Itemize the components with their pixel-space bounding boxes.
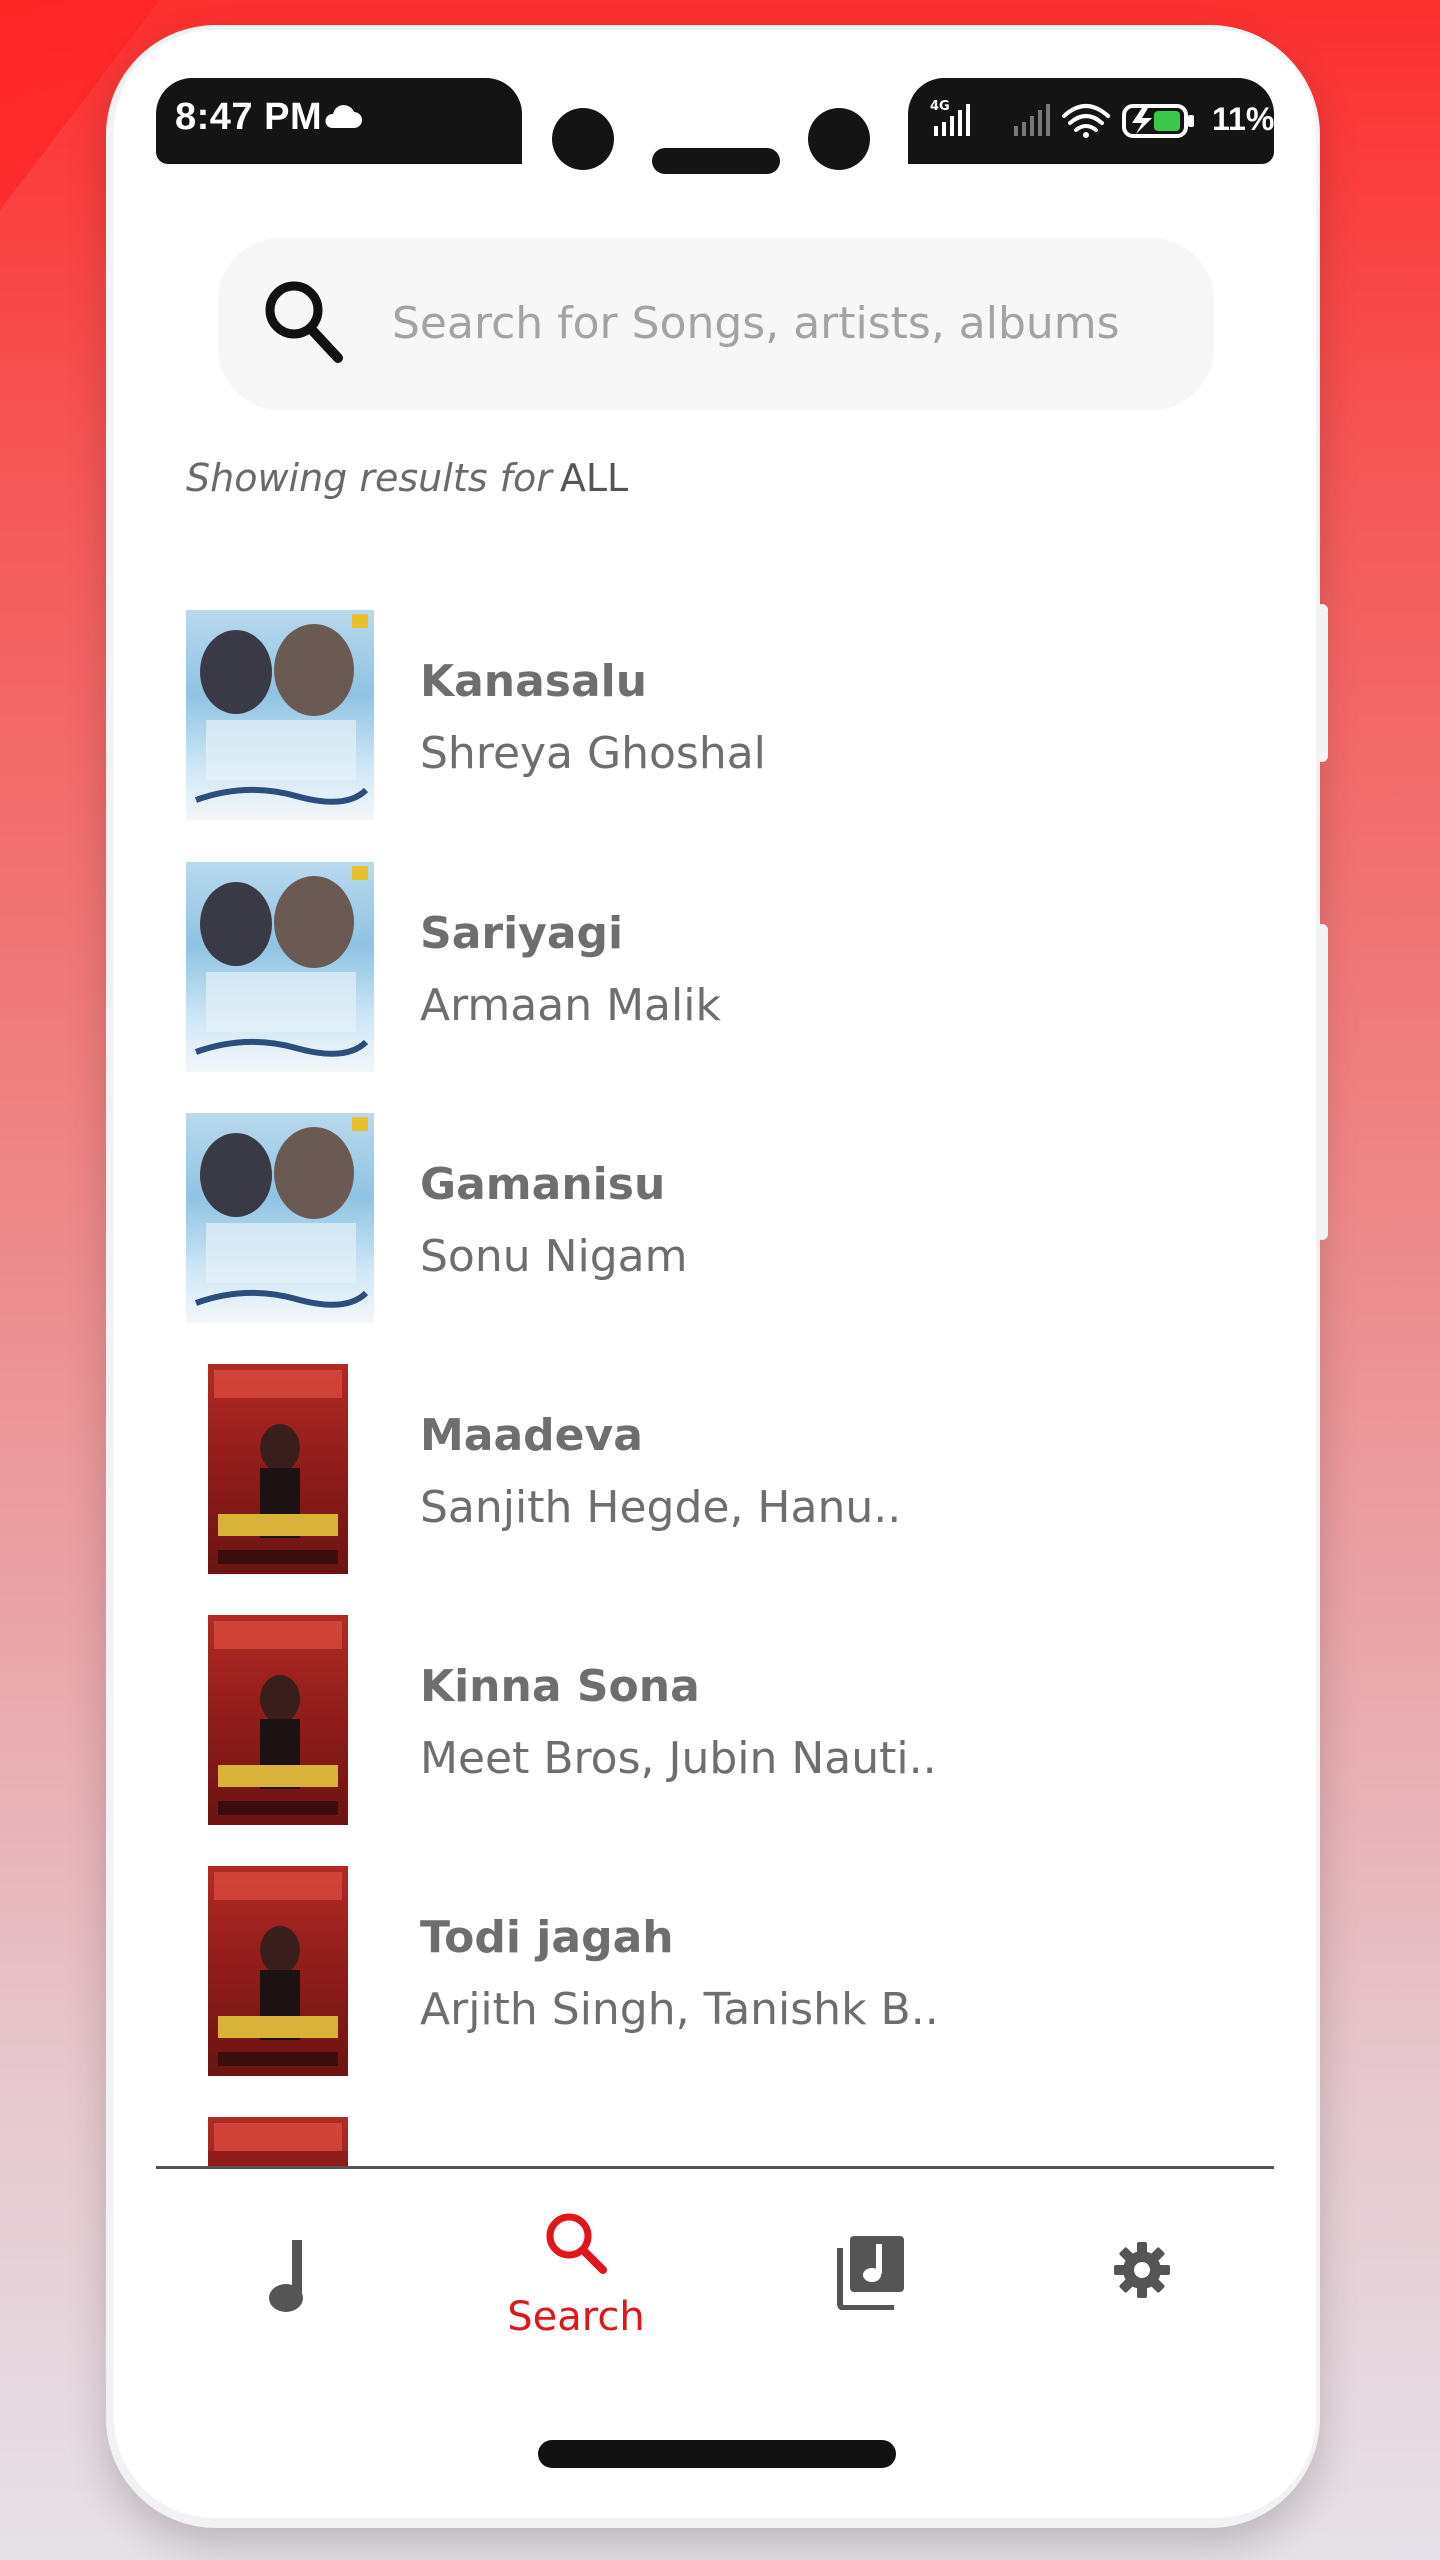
music-note-icon bbox=[269, 2240, 303, 2312]
library-icon bbox=[837, 2236, 904, 2310]
album-art bbox=[208, 1866, 348, 2076]
search-icon bbox=[546, 2213, 607, 2274]
song-title: Sariyagi bbox=[420, 908, 624, 959]
song-row[interactable]: Sariyagi Armaan Malik bbox=[186, 862, 1286, 1072]
song-row[interactable]: Gamanisu Sonu Nigam bbox=[186, 1113, 1286, 1323]
home-indicator[interactable] bbox=[538, 2440, 896, 2468]
song-row[interactable]: Todi jagah Arjith Singh, Tanishk B.. bbox=[186, 1866, 1286, 2076]
album-art bbox=[208, 1364, 348, 1574]
gear-icon bbox=[1114, 2242, 1170, 2298]
album-art bbox=[186, 610, 374, 820]
bottom-nav-divider bbox=[156, 2166, 1274, 2169]
song-row[interactable]: Maadeva Sanjith Hegde, Hanu.. bbox=[186, 1364, 1286, 1574]
song-row[interactable]: Kinna Sona Meet Bros, Jubin Nauti.. bbox=[186, 1615, 1286, 1825]
album-art bbox=[208, 2117, 348, 2166]
song-artist: Sonu Nigam bbox=[420, 1231, 688, 1282]
song-artist: Sanjith Hegde, Hanu.. bbox=[420, 1482, 902, 1533]
song-title: Maadeva bbox=[420, 1410, 643, 1461]
song-row-partial[interactable] bbox=[186, 2117, 1286, 2166]
nav-settings[interactable] bbox=[1032, 2200, 1252, 2350]
album-art bbox=[186, 862, 374, 1072]
song-artist: Armaan Malik bbox=[420, 980, 721, 1031]
album-art bbox=[208, 1615, 348, 1825]
song-title: Gamanisu bbox=[420, 1159, 666, 1210]
song-artist: Shreya Ghoshal bbox=[420, 728, 766, 779]
nav-home[interactable] bbox=[182, 2200, 402, 2350]
nav-search-label: Search bbox=[507, 2294, 645, 2340]
nav-library[interactable] bbox=[760, 2200, 980, 2350]
song-title: Todi jagah bbox=[420, 1912, 674, 1963]
song-title: Kanasalu bbox=[420, 656, 648, 707]
nav-search[interactable]: Search bbox=[466, 2200, 686, 2350]
song-title: Kinna Sona bbox=[420, 1661, 700, 1712]
song-artist: Arjith Singh, Tanishk B.. bbox=[420, 1984, 939, 2035]
album-art bbox=[186, 1113, 374, 1323]
song-row[interactable]: Kanasalu Shreya Ghoshal bbox=[186, 610, 1286, 820]
song-list: Kanasalu Shreya Ghoshal Sariyagi Armaan … bbox=[0, 0, 1440, 2166]
song-artist: Meet Bros, Jubin Nauti.. bbox=[420, 1733, 937, 1784]
